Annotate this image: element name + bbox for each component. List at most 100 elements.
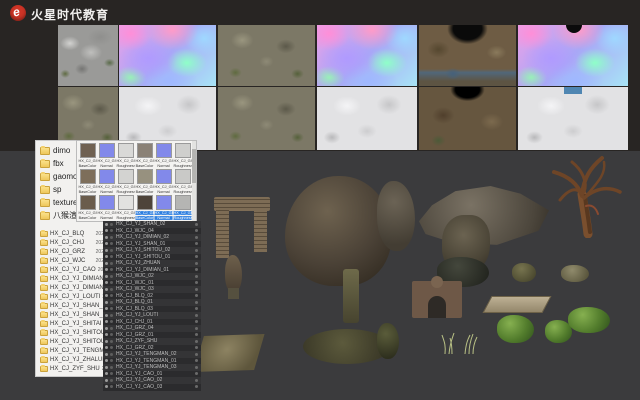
visibility-toggle-icon[interactable] bbox=[105, 307, 108, 310]
visibility-toggle-icon[interactable] bbox=[105, 320, 108, 323]
texture-cell[interactable]: HX_CJ_GRZ_0 Normal bbox=[97, 143, 116, 169]
shadow-toggle-icon[interactable] bbox=[110, 255, 113, 258]
visibility-toggle-icon[interactable] bbox=[105, 242, 108, 245]
outliner-item-name: HX_CJ_YJ_SHAN_01 bbox=[116, 241, 165, 247]
shadow-toggle-icon[interactable] bbox=[110, 314, 113, 317]
texture-cell[interactable]: HX_CJ_GRZ_0 Normal bbox=[154, 169, 173, 195]
texture-scrollbar[interactable] bbox=[192, 141, 196, 221]
shadow-toggle-icon[interactable] bbox=[110, 327, 113, 330]
file-row[interactable]: HX_CJ_YJ_LOUTI 202 bbox=[36, 292, 106, 301]
visibility-toggle-icon[interactable] bbox=[105, 255, 108, 258]
shadow-toggle-icon[interactable] bbox=[110, 366, 113, 369]
outliner-item-name: HX_CJ_YJ_CAO_01 bbox=[116, 371, 162, 377]
shadow-toggle-icon[interactable] bbox=[110, 353, 113, 356]
visibility-toggle-icon[interactable] bbox=[105, 372, 108, 375]
texture-cell[interactable]: HX_CJ_GRZ_0 BaseColor bbox=[78, 169, 97, 195]
file-row[interactable]: HX_CJ_YJ_DIMIAN_01 202 bbox=[36, 274, 106, 283]
visibility-toggle-icon[interactable] bbox=[105, 379, 108, 382]
outliner-item-name: HX_CJ_WJC_02 bbox=[116, 273, 154, 279]
shadow-toggle-icon[interactable] bbox=[110, 242, 113, 245]
file-row[interactable]: HX_CJ_YJ_SHITOU_02 202 bbox=[36, 337, 106, 346]
texture-cell[interactable]: HX_CJ_GRZ_0 Roughness bbox=[116, 143, 135, 169]
texture-cell[interactable]: HX_CJ_GRZ_0 Normal bbox=[97, 195, 116, 221]
shadow-toggle-icon[interactable] bbox=[110, 372, 113, 375]
file-row[interactable]: HX_CJ_YJ_DIMIAN_02 202 bbox=[36, 283, 106, 292]
viewport-canvas[interactable] bbox=[150, 151, 640, 400]
shadow-toggle-icon[interactable] bbox=[110, 385, 113, 388]
visibility-toggle-icon[interactable] bbox=[105, 268, 108, 271]
visibility-toggle-icon[interactable] bbox=[105, 262, 108, 265]
texture-cell[interactable]: HX_CJ_GRZ_0 Roughness bbox=[173, 143, 192, 169]
outliner-item-name: HX_CJ_BLQ_01 bbox=[116, 299, 153, 305]
shadow-toggle-icon[interactable] bbox=[110, 346, 113, 349]
file-row[interactable]: HX_CJ_YJ_ZHALUN 202 bbox=[36, 355, 106, 364]
file-row[interactable]: HX_CJ_WJC 202 bbox=[36, 256, 106, 265]
texture-cell[interactable]: HX_CJ_GRZ_0 Roughness bbox=[116, 169, 135, 195]
visibility-toggle-icon[interactable] bbox=[105, 385, 108, 388]
texture-cell[interactable]: HX_CJ_GRZ_0 Normal bbox=[97, 169, 116, 195]
shadow-toggle-icon[interactable] bbox=[110, 379, 113, 382]
visibility-toggle-icon[interactable] bbox=[105, 366, 108, 369]
file-row[interactable]: HX_CJ_CHJ 202 bbox=[36, 238, 106, 247]
shadow-toggle-icon[interactable] bbox=[110, 262, 113, 265]
visibility-toggle-icon[interactable] bbox=[105, 353, 108, 356]
visibility-toggle-icon[interactable] bbox=[105, 294, 108, 297]
texture-cell[interactable]: HX_CJ_GRZ_0 Normal bbox=[154, 143, 173, 169]
texture-cell[interactable]: HX_CJ_GRZ_0 BaseColor bbox=[135, 143, 154, 169]
visibility-toggle-icon[interactable] bbox=[105, 327, 108, 330]
shadow-toggle-icon[interactable] bbox=[110, 288, 113, 291]
preview-normal-map bbox=[317, 25, 417, 86]
file-row[interactable]: HX_CJ_YJ_SHAN_02 202 bbox=[36, 310, 106, 319]
shadow-toggle-icon[interactable] bbox=[110, 333, 113, 336]
texture-cell[interactable]: HX_CJ_GRZ_0 BaseColor bbox=[78, 143, 97, 169]
shadow-toggle-icon[interactable] bbox=[110, 340, 113, 343]
texture-cell[interactable]: HX_CJ_GRZ_0 Roughness bbox=[173, 169, 192, 195]
visibility-toggle-icon[interactable] bbox=[105, 249, 108, 252]
outliner-row[interactable]: HX_CJ_YJ_CAO_03 bbox=[103, 384, 201, 391]
visibility-toggle-icon[interactable] bbox=[105, 281, 108, 284]
shadow-toggle-icon[interactable] bbox=[110, 236, 113, 239]
visibility-toggle-icon[interactable] bbox=[105, 359, 108, 362]
file-row[interactable]: HX_CJ_YJ_SHAN_01 202 bbox=[36, 301, 106, 310]
visibility-toggle-icon[interactable] bbox=[105, 301, 108, 304]
texture-cell[interactable]: HX_CJ_GRZ_0 BaseColor bbox=[78, 195, 97, 221]
visibility-toggle-icon[interactable] bbox=[105, 229, 108, 232]
file-row[interactable]: HX_CJ_ZYF_SHU 202 bbox=[36, 364, 106, 373]
visibility-toggle-icon[interactable] bbox=[105, 340, 108, 343]
shadow-toggle-icon[interactable] bbox=[110, 281, 113, 284]
file-row[interactable]: HX_CJ_GRZ 202 bbox=[36, 247, 106, 256]
visibility-toggle-icon[interactable] bbox=[105, 236, 108, 239]
folder-icon bbox=[40, 366, 48, 372]
shadow-toggle-icon[interactable] bbox=[110, 249, 113, 252]
visibility-toggle-icon[interactable] bbox=[105, 346, 108, 349]
folder-icon bbox=[40, 312, 48, 318]
texture-cell[interactable]: HX_CJ_GRZ_0 Normal bbox=[154, 195, 173, 221]
file-row[interactable]: HX_CJ_YJ_SHITAI 202 bbox=[36, 319, 106, 328]
stone-plank bbox=[482, 296, 551, 313]
shadow-toggle-icon[interactable] bbox=[110, 275, 113, 278]
texture-cell[interactable]: HX_CJ_GRZ_0 Roughness bbox=[116, 195, 135, 221]
visibility-toggle-icon[interactable] bbox=[105, 223, 108, 226]
shadow-toggle-icon[interactable] bbox=[110, 301, 113, 304]
folder-icon bbox=[40, 348, 48, 354]
file-row[interactable]: HX_CJ_YJ_CAO 202 bbox=[36, 265, 106, 274]
texture-filename: HX_CJ_GRZ_0 bbox=[154, 185, 172, 189]
shadow-toggle-icon[interactable] bbox=[110, 229, 113, 232]
shadow-toggle-icon[interactable] bbox=[110, 359, 113, 362]
shadow-toggle-icon[interactable] bbox=[110, 320, 113, 323]
texture-cell[interactable]: HX_CJ_GRZ_0 BaseColor bbox=[135, 195, 154, 221]
texture-cell[interactable]: HX_CJ_GRZ_0 Roughness bbox=[173, 195, 192, 221]
visibility-toggle-icon[interactable] bbox=[105, 288, 108, 291]
visibility-toggle-icon[interactable] bbox=[105, 275, 108, 278]
file-row[interactable]: HX_CJ_YJ_SHITOU_01 202 bbox=[36, 328, 106, 337]
texture-cell[interactable]: HX_CJ_GRZ_0 BaseColor bbox=[135, 169, 154, 195]
shadow-toggle-icon[interactable] bbox=[110, 223, 113, 226]
visibility-toggle-icon[interactable] bbox=[105, 333, 108, 336]
shadow-toggle-icon[interactable] bbox=[110, 294, 113, 297]
shadow-toggle-icon[interactable] bbox=[110, 307, 113, 310]
file-row[interactable]: HX_CJ_BLQ 202 bbox=[36, 229, 106, 238]
shadow-toggle-icon[interactable] bbox=[110, 268, 113, 271]
file-row[interactable]: HX_CJ_YJ_TENGMAN 202 bbox=[36, 346, 106, 355]
folder-icon bbox=[40, 357, 48, 363]
visibility-toggle-icon[interactable] bbox=[105, 314, 108, 317]
